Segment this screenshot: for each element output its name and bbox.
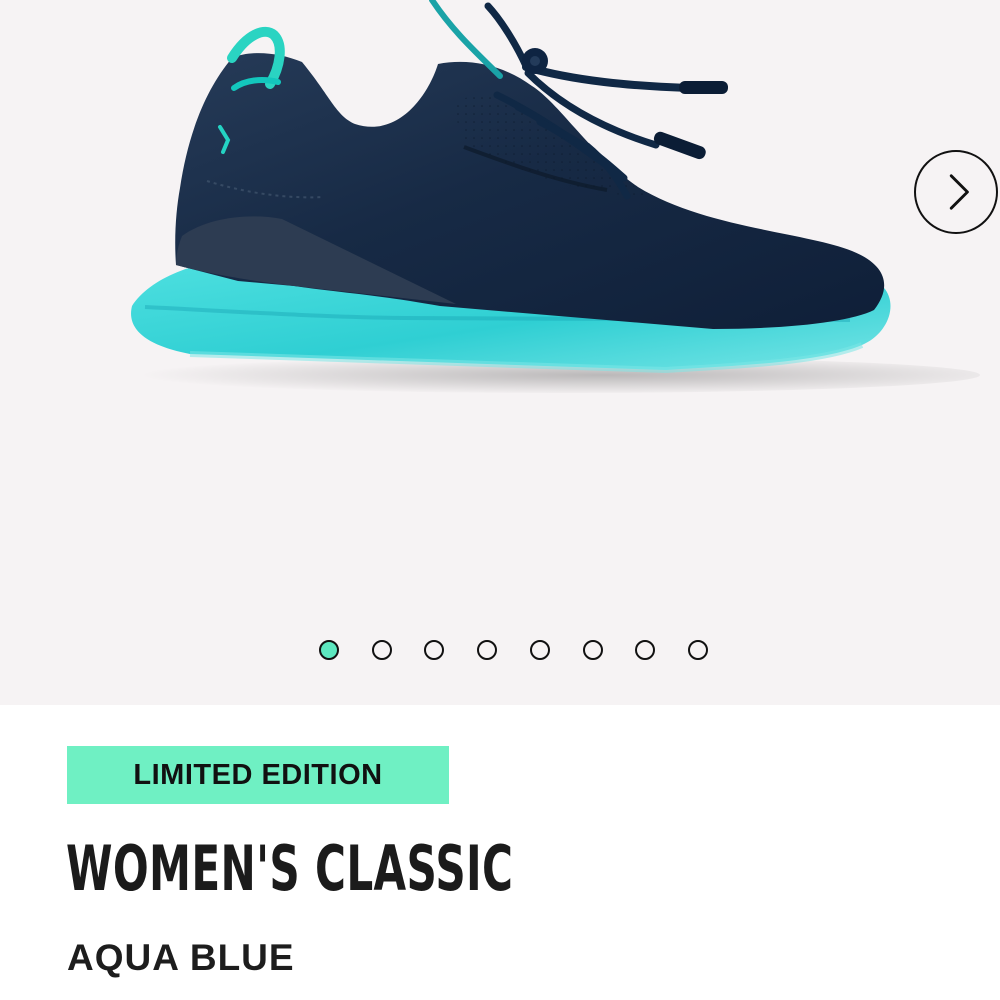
gallery-dot-6[interactable] — [583, 640, 603, 660]
product-color-name: AQUA BLUE — [67, 937, 295, 978]
gallery-dot-8[interactable] — [688, 640, 708, 660]
product-details: LIMITED EDITION WOMEN'S CLASSIC AQUA BLU… — [0, 705, 1000, 1000]
gallery-dot-4[interactable] — [477, 640, 497, 660]
limited-edition-badge: LIMITED EDITION — [67, 746, 449, 804]
product-image — [131, 0, 980, 393]
gallery-pagination — [0, 640, 1000, 662]
gallery-dot-5[interactable] — [530, 640, 550, 660]
product-gallery[interactable] — [0, 0, 1000, 705]
product-title: WOMEN'S CLASSIC — [66, 832, 514, 905]
product-page: LIMITED EDITION WOMEN'S CLASSIC AQUA BLU… — [0, 0, 1000, 1000]
gallery-dot-1[interactable] — [319, 640, 339, 660]
gallery-dot-2[interactable] — [372, 640, 392, 660]
gallery-dot-3[interactable] — [424, 640, 444, 660]
gallery-dot-7[interactable] — [635, 640, 655, 660]
chevron-right-icon — [949, 174, 969, 210]
next-image-button[interactable] — [914, 150, 998, 234]
